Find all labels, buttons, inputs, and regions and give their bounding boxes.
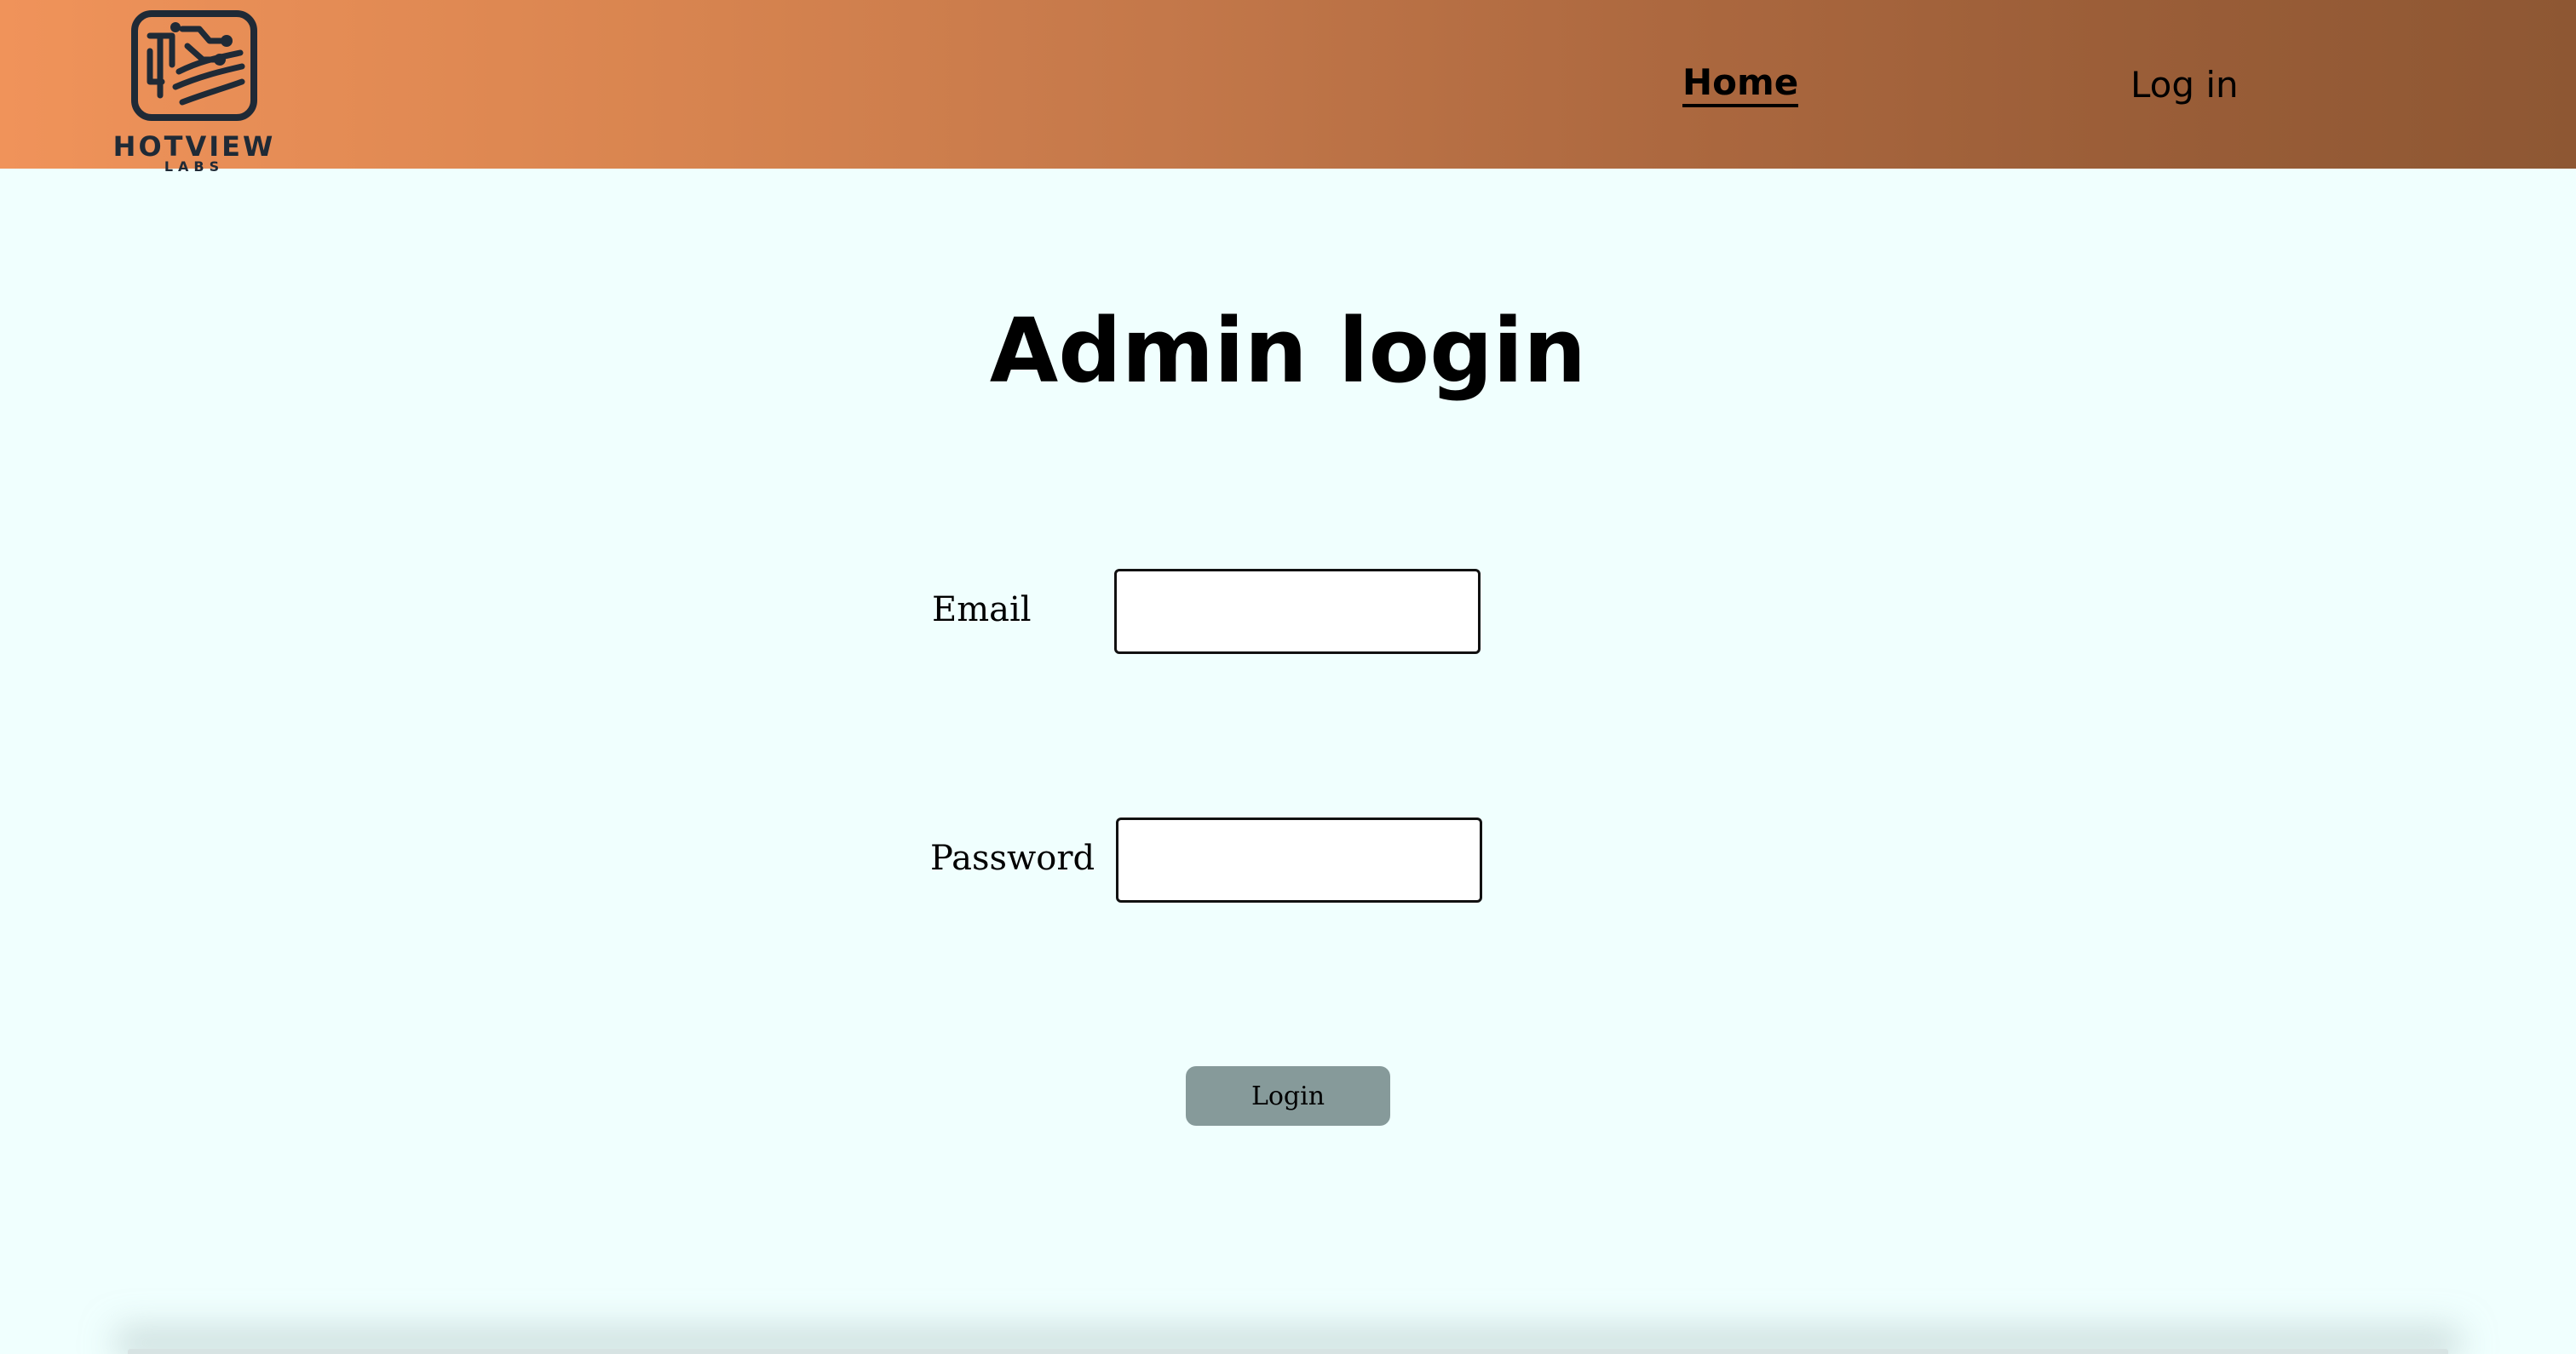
email-label: Email bbox=[932, 590, 1032, 629]
password-label: Password bbox=[930, 839, 1095, 878]
logo-subtitle: LABS bbox=[164, 158, 225, 175]
nav-home-link[interactable]: Home bbox=[1682, 65, 1799, 107]
footer-edge bbox=[128, 1349, 2448, 1354]
page: HOTVIEW LABS Home Log in Admin login Ema… bbox=[0, 0, 2576, 1354]
page-title: Admin login bbox=[989, 299, 1587, 403]
circuit-board-icon bbox=[131, 10, 257, 121]
login-button[interactable]: Login bbox=[1186, 1066, 1390, 1126]
password-field[interactable] bbox=[1116, 818, 1482, 903]
logo-wordmark: HOTVIEW bbox=[112, 130, 276, 163]
email-field[interactable] bbox=[1114, 569, 1481, 654]
site-header: HOTVIEW LABS Home Log in bbox=[0, 0, 2576, 174]
nav-login-link[interactable]: Log in bbox=[2130, 67, 2239, 103]
logo[interactable]: HOTVIEW LABS bbox=[112, 10, 276, 174]
